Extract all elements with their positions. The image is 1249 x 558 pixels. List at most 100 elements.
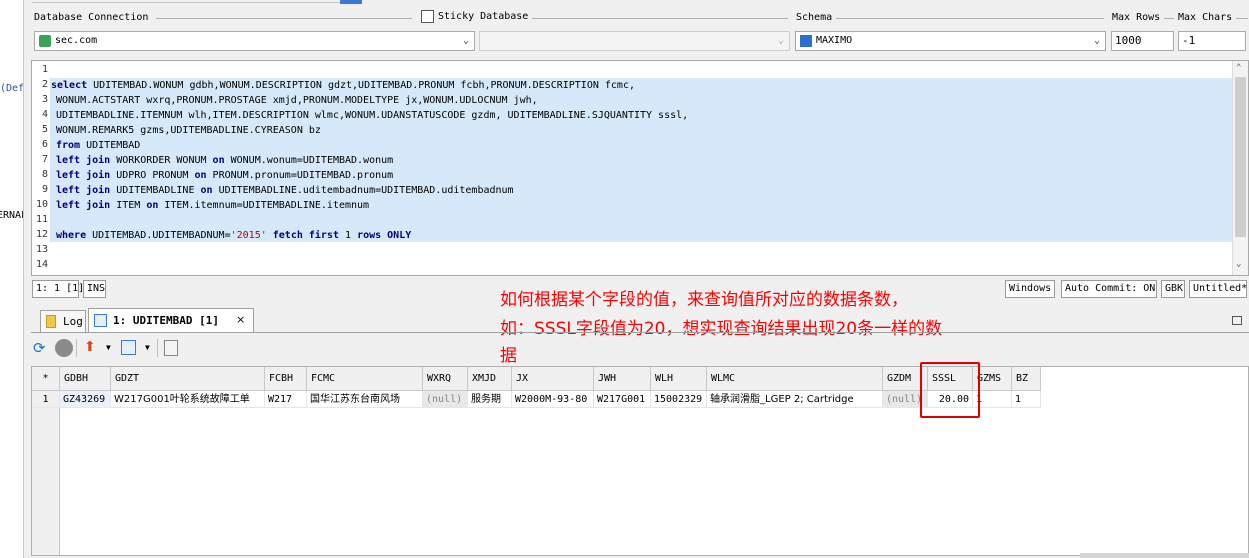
- tab-result-uditembad[interactable]: 1: UDITEMBAD [1] ×: [88, 308, 254, 332]
- database-connection-select[interactable]: sec.com ⌄: [34, 31, 475, 51]
- tab-separator: [31, 332, 1249, 333]
- editor-vertical-scrollbar[interactable]: ⌃ ⌄: [1232, 61, 1248, 275]
- log-icon: [46, 315, 56, 328]
- column-header-jx[interactable]: JX: [512, 367, 594, 391]
- column-header-bz[interactable]: BZ: [1012, 367, 1041, 391]
- code-line: left join ITEM on ITEM.itemnum=UDITEMBAD…: [56, 200, 370, 211]
- cell-jwh[interactable]: W217G001: [594, 391, 651, 408]
- cell-bz[interactable]: 1: [1012, 391, 1041, 408]
- line-number: 7: [41, 154, 48, 165]
- separator: [532, 18, 788, 19]
- code-line: WONUM.ACTSTART wxrq,PRONUM.PROSTAGE xmjd…: [56, 95, 538, 106]
- database-icon: [39, 35, 51, 47]
- scrollbar-thumb[interactable]: [1235, 77, 1246, 237]
- form-view-icon[interactable]: [164, 340, 178, 356]
- code-line: left join WORKORDER WONUM on WONUM.wonum…: [56, 155, 394, 166]
- stop-icon[interactable]: [55, 339, 73, 357]
- cell-fcbh[interactable]: W217: [265, 391, 307, 408]
- line-number: 5: [41, 124, 48, 135]
- max-rows-input[interactable]: 1000: [1111, 31, 1174, 51]
- sticky-database-checkbox[interactable]: [421, 10, 434, 23]
- code-line: left join UDPRO PRONUM on PRONUM.pronum=…: [56, 170, 394, 181]
- line-number: 4: [41, 109, 48, 120]
- chevron-down-icon[interactable]: ⌄: [1236, 259, 1241, 269]
- cell-jx[interactable]: W2000M-93-80: [512, 391, 594, 408]
- cell-wxrq[interactable]: (null): [423, 391, 468, 408]
- max-chars-label: Max Chars: [1178, 12, 1233, 23]
- column-header-jwh[interactable]: JWH: [594, 367, 651, 391]
- left-strip-text-mid: ERNAL: [0, 210, 23, 221]
- code-line: WONUM.REMARK5 gzms,UDITEMBADLINE.CYREASO…: [56, 125, 321, 136]
- line-number: 10: [35, 199, 48, 210]
- line-number: 2: [41, 79, 48, 90]
- toolbar-separator: [76, 339, 77, 357]
- annotation-line-2: 如：SSSL字段值为20，想实现查询结果出现20条一样的数: [500, 319, 943, 339]
- column-header-wlh[interactable]: WLH: [651, 367, 707, 391]
- tab-log[interactable]: Log: [40, 310, 86, 332]
- grid-corner[interactable]: *: [32, 367, 60, 391]
- result-grid[interactable]: * 1 GDBH GDZT FCBH FCMC WXRQ XMJD JX JWH…: [31, 366, 1249, 556]
- separator: [156, 18, 412, 19]
- column-header-fcmc[interactable]: FCMC: [307, 367, 423, 391]
- refresh-icon[interactable]: ⟳: [33, 339, 51, 357]
- line-number: 13: [35, 244, 48, 255]
- row-number[interactable]: 1: [32, 391, 60, 408]
- restore-window-icon[interactable]: [1232, 316, 1242, 325]
- insert-mode-status: INS: [83, 280, 106, 298]
- line-number: 12: [35, 229, 48, 240]
- line-ending-status[interactable]: Windows: [1005, 280, 1055, 298]
- annotation-line-3: 据: [500, 346, 517, 366]
- chevron-down-icon[interactable]: ⌄: [1089, 32, 1105, 50]
- separator: [1236, 18, 1248, 19]
- schema-icon: [800, 35, 812, 47]
- annotation-line-1: 如何根据某个字段的值，来查询值所对应的数据条数，: [500, 290, 908, 310]
- line-number: 11: [35, 214, 48, 225]
- line-number: 3: [41, 94, 48, 105]
- cursor-position-status: 1: 1 [1]: [32, 280, 84, 298]
- column-header-xmjd[interactable]: XMJD: [468, 367, 512, 391]
- line-number: 8: [41, 169, 48, 180]
- grid-view-icon[interactable]: [121, 340, 136, 355]
- left-panel-strip: (Def ERNAL: [0, 0, 24, 558]
- horizontal-scrollbar[interactable]: [1080, 553, 1249, 558]
- encoding-status[interactable]: GBK: [1161, 280, 1185, 298]
- cell-gdbh[interactable]: GZ43269: [60, 391, 111, 408]
- cell-wlh[interactable]: 15002329: [651, 391, 707, 408]
- column-header-gdzt[interactable]: GDZT: [111, 367, 265, 391]
- schema-label: Schema: [796, 12, 833, 23]
- export-icon[interactable]: ⬆: [84, 339, 102, 357]
- chevron-down-icon[interactable]: ▼: [106, 343, 111, 352]
- chevron-down-icon[interactable]: ▼: [145, 343, 150, 352]
- toolbar-separator: [157, 339, 158, 357]
- top-tab-strip: [32, 0, 362, 3]
- sticky-database-select[interactable]: ⌄: [479, 31, 790, 51]
- column-header-wxrq[interactable]: WXRQ: [423, 367, 468, 391]
- grid-icon: [94, 314, 107, 327]
- auto-commit-status[interactable]: Auto Commit: ON: [1061, 280, 1157, 298]
- cell-xmjd[interactable]: 服务期: [468, 391, 512, 408]
- close-icon[interactable]: ×: [236, 313, 245, 326]
- file-name-status: Untitled*: [1189, 280, 1247, 298]
- chevron-up-icon[interactable]: ⌃: [1236, 63, 1241, 73]
- top-tab-indicator: [340, 0, 362, 4]
- max-rows-label: Max Rows: [1112, 12, 1161, 23]
- schema-select[interactable]: MAXIMO ⌄: [795, 31, 1106, 51]
- cell-fcmc[interactable]: 国华江苏东台南风场: [307, 391, 423, 408]
- code-line: from UDITEMBAD: [56, 140, 141, 151]
- left-strip-text-top: (Def: [0, 83, 24, 94]
- separator: [836, 18, 1104, 19]
- chevron-down-icon[interactable]: ⌄: [458, 32, 474, 50]
- column-header-wlmc[interactable]: WLMC: [707, 367, 883, 391]
- highlight-box: [920, 362, 980, 418]
- chevron-down-icon[interactable]: ⌄: [773, 32, 789, 50]
- cell-gdzt[interactable]: W217G001叶轮系统故障工单: [111, 391, 265, 408]
- code-line: select UDITEMBAD.WONUM gdbh,WONUM.DESCRI…: [51, 80, 635, 91]
- sql-editor[interactable]: 1 2 3 4 5 6 7 8 9 10 11 12 13 14 select …: [31, 60, 1249, 276]
- sticky-database-label: Sticky Database: [438, 11, 529, 22]
- line-number: 6: [41, 139, 48, 150]
- column-header-fcbh[interactable]: FCBH: [265, 367, 307, 391]
- cell-wlmc[interactable]: 轴承润滑脂_LGEP 2; Cartridge: [707, 391, 883, 408]
- column-header-gdbh[interactable]: GDBH: [60, 367, 111, 391]
- max-chars-input[interactable]: -1: [1178, 31, 1246, 51]
- code-line: left join UDITEMBADLINE on UDITEMBADLINE…: [56, 185, 514, 196]
